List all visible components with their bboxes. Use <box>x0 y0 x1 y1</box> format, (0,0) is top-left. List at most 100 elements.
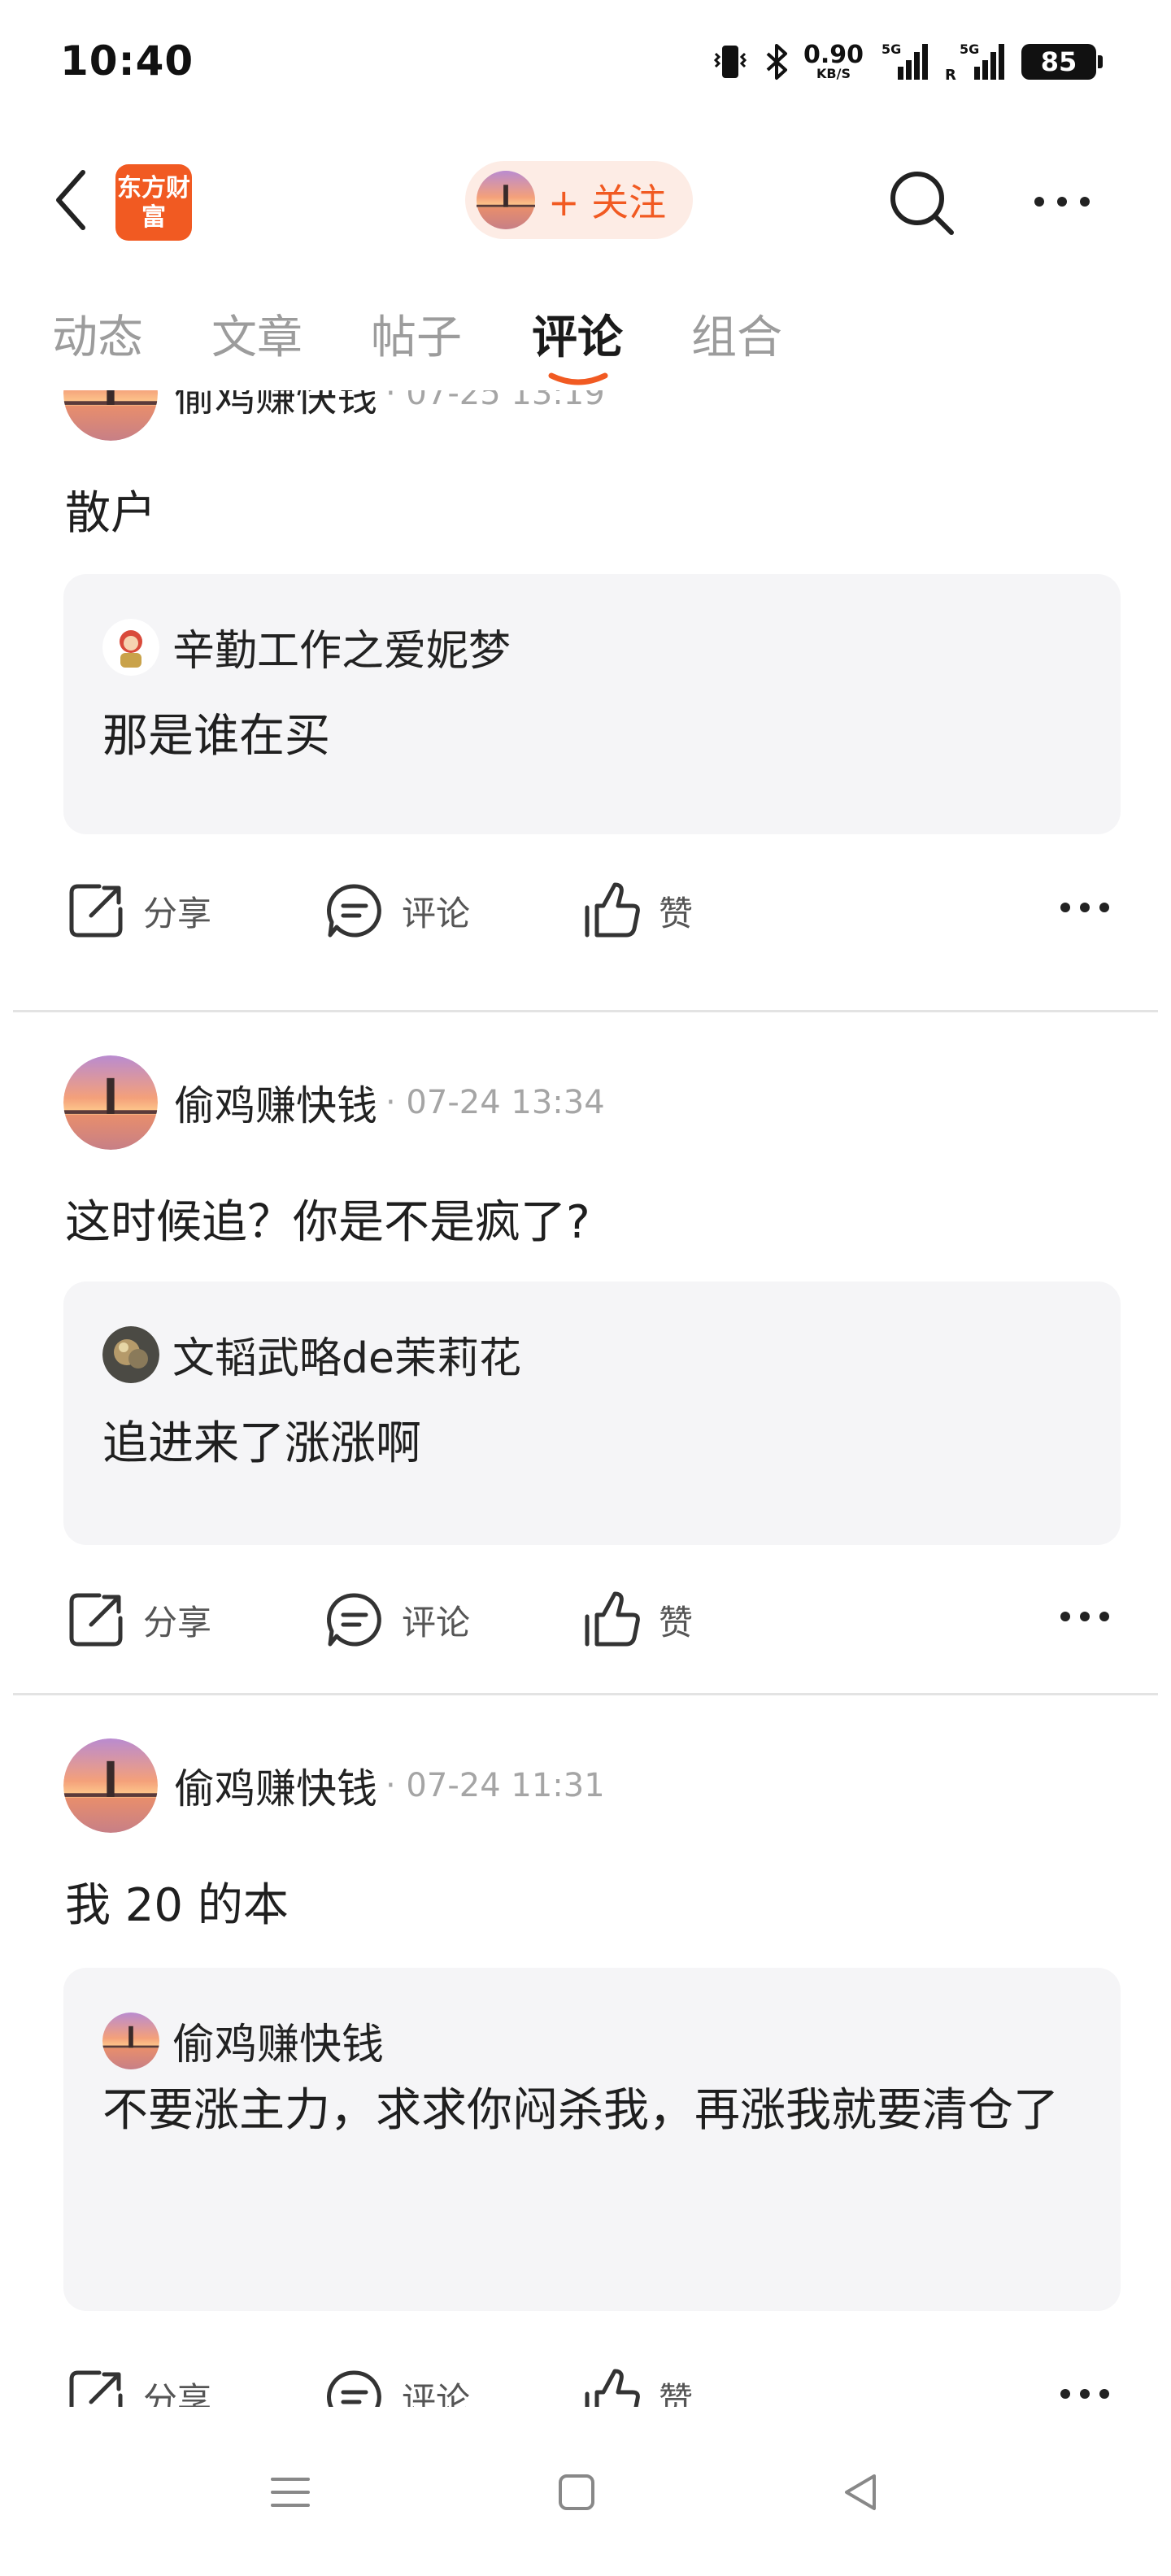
post-header: 偷鸡赚快钱 · 07-24 13:34 <box>63 1055 605 1150</box>
quote-header: 偷鸡赚快钱 <box>102 2010 384 2071</box>
post-content: 这时候追？你是不是疯了? <box>65 1196 590 1249</box>
comment-icon <box>327 884 381 938</box>
avatar <box>477 171 535 229</box>
avatar <box>102 1325 159 1383</box>
share-icon <box>69 884 123 938</box>
svg-text:5G: 5G <box>960 41 979 57</box>
post-content: 我 20 的本 <box>65 1879 289 1932</box>
like-button[interactable]: 赞 <box>582 2356 693 2407</box>
thumbs-up-icon <box>585 1591 640 1647</box>
system-back-button[interactable] <box>825 2456 898 2529</box>
quoted-comment[interactable]: 文韬武略de茉莉花 追进来了涨涨啊 <box>63 1281 1121 1545</box>
quote-header: 辛勤工作之爱妮梦 <box>102 616 511 677</box>
top-navigation: 东方财富 + 关注 <box>0 154 1171 244</box>
battery-indicator: 85 <box>1021 44 1103 80</box>
quote-content: 那是谁在买 <box>102 710 330 763</box>
tab-posts[interactable]: 帖子 <box>371 301 462 367</box>
more-button[interactable] <box>1030 177 1095 226</box>
comment-feed: 偷鸡赚快钱 · 07-25 13:19 散户 辛勤工作之爱妮梦 那是谁在买 分享 <box>0 390 1171 2407</box>
back-button[interactable] <box>42 168 99 233</box>
post-actions: 分享 评论 赞 <box>0 870 1171 951</box>
share-icon <box>69 2370 123 2407</box>
bluetooth-icon <box>763 42 790 81</box>
more-icon <box>1060 1612 1070 1621</box>
status-bar: 10:40 0.90 KB/S 5G R 5G 85 <box>0 0 1171 122</box>
recent-apps-button[interactable] <box>254 2456 327 2529</box>
author-name[interactable]: 偷鸡赚快钱 <box>174 1756 377 1815</box>
post-card: 偷鸡赚快钱 · 07-24 13:34 这时候追？你是不是疯了? 文韬武略de茉… <box>0 1055 1171 1690</box>
app-screen: 10:40 0.90 KB/S 5G R 5G 85 东方财富 + 关注 动态 … <box>0 0 1171 2576</box>
back-triangle-icon <box>845 2474 876 2510</box>
more-icon <box>1034 197 1044 207</box>
quote-header: 文韬武略de茉莉花 <box>102 1324 521 1385</box>
thumbs-up-icon <box>585 882 640 938</box>
profile-tabs: 动态 文章 帖子 评论 组合 <box>0 301 1171 390</box>
post-time: · 07-24 11:31 <box>385 1767 605 1804</box>
follow-label: + 关注 <box>548 181 667 224</box>
search-button[interactable] <box>885 166 960 241</box>
network-speed: 0.90 KB/S <box>803 41 864 81</box>
share-button[interactable]: 分享 <box>67 870 211 951</box>
quoted-comment[interactable]: 辛勤工作之爱妮梦 那是谁在买 <box>63 574 1121 834</box>
svg-text:R: R <box>945 67 956 83</box>
post-more-button[interactable] <box>1060 903 1109 919</box>
comment-button[interactable]: 评论 <box>325 2356 470 2407</box>
chevron-left-icon <box>56 170 85 230</box>
signal-sim1-icon: 5G <box>877 41 930 83</box>
avatar <box>102 2012 159 2069</box>
avatar[interactable] <box>63 1738 158 1833</box>
tab-articles[interactable]: 文章 <box>211 301 303 367</box>
share-icon <box>69 1593 123 1647</box>
status-icons: 0.90 KB/S 5G R 5G 85 <box>711 39 1103 85</box>
tab-comments[interactable]: 评论 <box>532 301 623 367</box>
search-icon <box>890 172 954 235</box>
avatar[interactable] <box>63 1055 158 1150</box>
share-button[interactable]: 分享 <box>67 1579 211 1660</box>
quote-author[interactable]: 偷鸡赚快钱 <box>172 2010 384 2071</box>
post-card: 偷鸡赚快钱 · 07-24 11:31 我 20 的本 偷鸡赚快钱 不要涨主力，… <box>0 1738 1171 2407</box>
post-header: 偷鸡赚快钱 · 07-25 13:19 <box>63 390 605 441</box>
avatar <box>102 618 159 676</box>
share-button[interactable]: 分享 <box>67 2356 211 2407</box>
like-button[interactable]: 赞 <box>582 870 693 951</box>
post-time: · 07-25 13:19 <box>385 390 605 412</box>
signal-sim2-icon: R 5G <box>943 41 1008 83</box>
like-button[interactable]: 赞 <box>582 1579 693 1660</box>
active-tab-indicator <box>548 372 608 385</box>
quote-author[interactable]: 文韬武略de茉莉花 <box>172 1324 521 1385</box>
divider <box>13 1010 1158 1012</box>
post-card: 偷鸡赚快钱 · 07-25 13:19 散户 辛勤工作之爱妮梦 那是谁在买 分享 <box>0 390 1171 964</box>
avatar[interactable] <box>63 390 158 441</box>
tab-dynamics[interactable]: 动态 <box>52 301 143 367</box>
status-time: 10:40 <box>60 37 194 85</box>
system-navigation-bar <box>0 2407 1171 2576</box>
quote-content: 追进来了涨涨啊 <box>102 1417 421 1470</box>
svg-text:5G: 5G <box>882 41 901 57</box>
post-more-button[interactable] <box>1060 1612 1109 1628</box>
comment-button[interactable]: 评论 <box>325 870 470 951</box>
divider <box>13 1693 1158 1695</box>
author-name[interactable]: 偷鸡赚快钱 <box>174 390 377 423</box>
app-logo: 东方财富 <box>115 164 192 241</box>
quote-author[interactable]: 辛勤工作之爱妮梦 <box>172 616 511 677</box>
author-name[interactable]: 偷鸡赚快钱 <box>174 1073 377 1132</box>
post-time: · 07-24 13:34 <box>385 1084 605 1121</box>
post-header: 偷鸡赚快钱 · 07-24 11:31 <box>63 1738 605 1833</box>
more-icon <box>1060 903 1070 912</box>
post-more-button[interactable] <box>1060 2389 1109 2405</box>
comment-button[interactable]: 评论 <box>325 1579 470 1660</box>
quoted-comment[interactable]: 偷鸡赚快钱 不要涨主力，求求你闷杀我，再涨我就要清仓了 <box>63 1968 1121 2311</box>
thumbs-up-icon <box>585 2369 640 2407</box>
comment-icon <box>327 2370 381 2407</box>
post-actions: 分享 评论 赞 <box>0 1579 1171 1660</box>
more-icon <box>1060 2389 1070 2399</box>
menu-icon <box>271 2478 310 2507</box>
follow-button[interactable]: + 关注 <box>465 161 693 239</box>
vibrate-icon <box>711 42 750 81</box>
quote-content: 不要涨主力，求求你闷杀我，再涨我就要清仓了 <box>102 2084 1059 2137</box>
comment-icon <box>327 1593 381 1647</box>
home-square-icon <box>559 2474 594 2510</box>
home-button[interactable] <box>540 2456 613 2529</box>
tab-portfolio[interactable]: 组合 <box>691 301 782 367</box>
post-actions: 分享 评论 赞 <box>0 2356 1171 2407</box>
